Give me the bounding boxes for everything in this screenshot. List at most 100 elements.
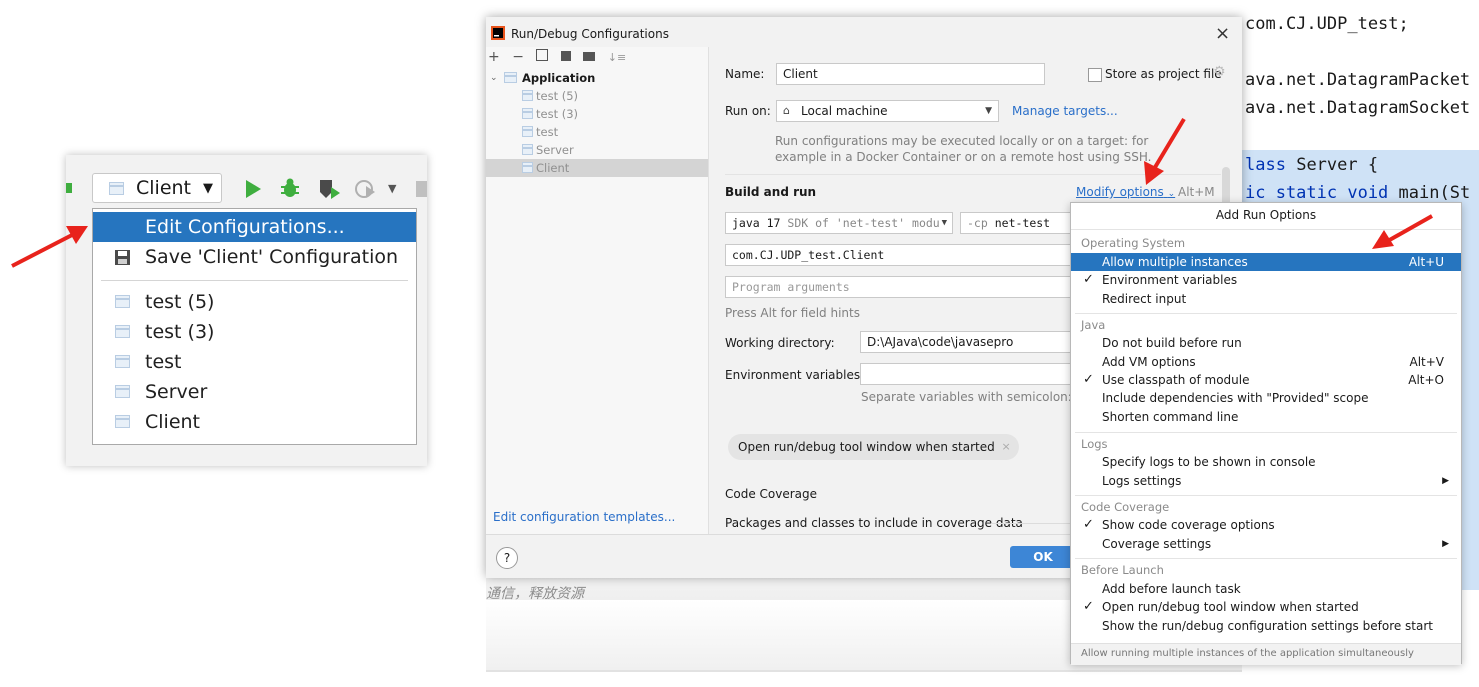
class-name: Server { (1296, 155, 1379, 175)
config-file-icon (115, 415, 130, 428)
section-header-before-launch: Before Launch (1081, 563, 1164, 577)
option-coverage-settings[interactable]: Coverage settings ▶ (1071, 535, 1461, 553)
code-line-main: ic static void main(St (1245, 183, 1470, 203)
manage-targets-link[interactable]: Manage targets... (1012, 104, 1118, 118)
ok-button[interactable]: OK (1010, 546, 1076, 568)
popup-footer: Allow running multiple instances of the … (1071, 643, 1461, 665)
config-item-test-3[interactable]: test (3) (93, 317, 416, 347)
option-shorten-command-line[interactable]: Shorten command line (1071, 408, 1461, 426)
config-file-icon (522, 126, 533, 137)
modify-options-link[interactable]: Modify options ⌄ (1076, 185, 1175, 199)
modify-options-shortcut: Alt+M (1178, 185, 1215, 199)
close-icon[interactable]: × (1215, 23, 1230, 44)
tree-node-client[interactable]: Client (486, 159, 708, 177)
popup-separator (1075, 313, 1457, 314)
name-label: Name: (725, 67, 765, 81)
tree-node-test-5[interactable]: test (5) (486, 87, 708, 105)
option-open-tool-window[interactable]: ✓ Open run/debug tool window when started (1071, 598, 1461, 616)
chevron-down-icon: ⌄ (490, 73, 498, 83)
debug-icon[interactable] (279, 177, 301, 199)
run-on-label: Run on: (725, 104, 771, 118)
save-config-icon[interactable] (560, 51, 571, 61)
option-show-coverage[interactable]: ✓ Show code coverage options (1071, 516, 1461, 534)
config-file-icon (522, 108, 533, 119)
application-icon (504, 72, 517, 83)
run-config-dropdown: Edit Configurations... Save 'Client' Con… (92, 208, 417, 445)
option-add-before-launch[interactable]: Add before launch task (1071, 580, 1461, 598)
coverage-icon[interactable] (318, 178, 342, 200)
red-arrow-icon (1144, 117, 1186, 185)
code-line-import-packet: ava.net.DatagramPacket (1245, 70, 1471, 90)
run-config-name: Client (136, 177, 192, 199)
option-use-classpath[interactable]: ✓ Use classpath of module Alt+O (1071, 371, 1461, 389)
jdk-select[interactable]: java 17 SDK of 'net-test' modul ▼ (725, 212, 953, 234)
build-and-run-header: Build and run (725, 185, 817, 199)
tree-node-test[interactable]: test (486, 123, 708, 141)
more-run-options-icon[interactable]: ▼ (388, 182, 396, 195)
tree-node-server[interactable]: Server (486, 141, 708, 159)
intellij-logo-icon (491, 26, 505, 40)
option-environment-variables[interactable]: ✓ Environment variables (1071, 271, 1461, 289)
env-vars-label: Environment variables: (725, 368, 865, 382)
chevron-down-icon: ▼ (985, 106, 992, 116)
open-tool-window-tag[interactable]: Open run/debug tool window when started … (728, 434, 1019, 460)
profiler-icon[interactable] (354, 178, 378, 200)
section-header-os: Operating System (1081, 236, 1186, 250)
option-show-settings-before-start[interactable]: Show the run/debug configuration setting… (1071, 617, 1461, 635)
edit-templates-link[interactable]: Edit configuration templates... (493, 510, 675, 524)
program-arguments-field[interactable]: Program arguments (725, 276, 1100, 298)
check-icon: ✓ (1083, 372, 1094, 387)
toolbar-snippet: Client ▼ ▼ Edit Configurations... Save '… (66, 155, 427, 466)
config-item-test-5[interactable]: test (5) (93, 287, 416, 317)
red-arrow-icon (1372, 214, 1433, 249)
option-include-provided[interactable]: Include dependencies with "Provided" sco… (1071, 389, 1461, 407)
packages-classes-label: Packages and classes to include in cover… (725, 516, 1023, 530)
run-on-select[interactable]: ⌂ Local machine ▼ (776, 100, 999, 122)
folder-icon[interactable] (583, 52, 596, 61)
working-directory-label: Working directory: (725, 336, 835, 350)
gear-icon[interactable]: ⚙ (1213, 64, 1226, 80)
store-as-project-label: Store as project file (1105, 67, 1222, 81)
name-field[interactable]: Client (776, 63, 1045, 85)
option-specify-logs[interactable]: Specify logs to be shown in console (1071, 453, 1461, 471)
field-hints-text: Press Alt for field hints (725, 306, 860, 320)
config-item-test[interactable]: test (93, 347, 416, 377)
config-item-server[interactable]: Server (93, 377, 416, 407)
edit-configurations-item[interactable]: Edit Configurations... (93, 212, 416, 242)
run-on-hint-2: example in a Docker Container or on a re… (775, 150, 1152, 164)
main-signature: main(St (1398, 183, 1471, 203)
config-file-icon (109, 181, 124, 195)
option-add-vm-options[interactable]: Add VM options Alt+V (1071, 353, 1461, 371)
submenu-arrow-icon: ▶ (1442, 476, 1449, 486)
tree-node-test-3[interactable]: test (3) (486, 105, 708, 123)
add-run-options-popup: Add Run Options Operating System Allow m… (1070, 202, 1462, 665)
option-logs-settings[interactable]: Logs settings ▶ (1071, 472, 1461, 490)
check-icon: ✓ (1083, 272, 1094, 287)
sort-icon[interactable]: ↓≡ (608, 51, 626, 64)
help-button[interactable]: ? (496, 547, 518, 569)
tree-toolbar: + − ↓≡ (488, 49, 626, 67)
copy-icon[interactable] (536, 49, 549, 61)
close-icon[interactable]: × (1002, 434, 1011, 460)
run-icon[interactable] (244, 179, 262, 199)
option-do-not-build[interactable]: Do not build before run (1071, 334, 1461, 352)
option-allow-multiple-instances[interactable]: Allow multiple instances Alt+U (1071, 253, 1461, 271)
tree-node-application[interactable]: ⌄ Application (486, 69, 708, 87)
main-class-field[interactable]: com.CJ.UDP_test.Client (725, 244, 1100, 266)
store-as-project-checkbox[interactable] (1088, 68, 1102, 82)
code-line-class: lass Server { (1245, 155, 1378, 175)
save-configuration-item[interactable]: Save 'Client' Configuration (93, 242, 416, 272)
home-icon: ⌂ (783, 104, 790, 117)
add-icon[interactable]: + (488, 49, 500, 65)
config-item-client[interactable]: Client (93, 407, 416, 437)
stop-icon[interactable] (416, 181, 427, 197)
code-line-package: com.CJ.UDP_test; (1245, 14, 1409, 34)
section-header-java: Java (1081, 318, 1106, 332)
run-config-combo[interactable]: Client ▼ (92, 173, 222, 203)
remove-icon[interactable]: − (512, 49, 524, 65)
popup-separator (1075, 432, 1457, 433)
working-directory-field[interactable]: D:\AJava\code\javasepro (860, 331, 1100, 353)
config-file-icon (115, 295, 130, 308)
env-vars-field[interactable] (860, 363, 1100, 385)
option-redirect-input[interactable]: Redirect input (1071, 290, 1461, 308)
